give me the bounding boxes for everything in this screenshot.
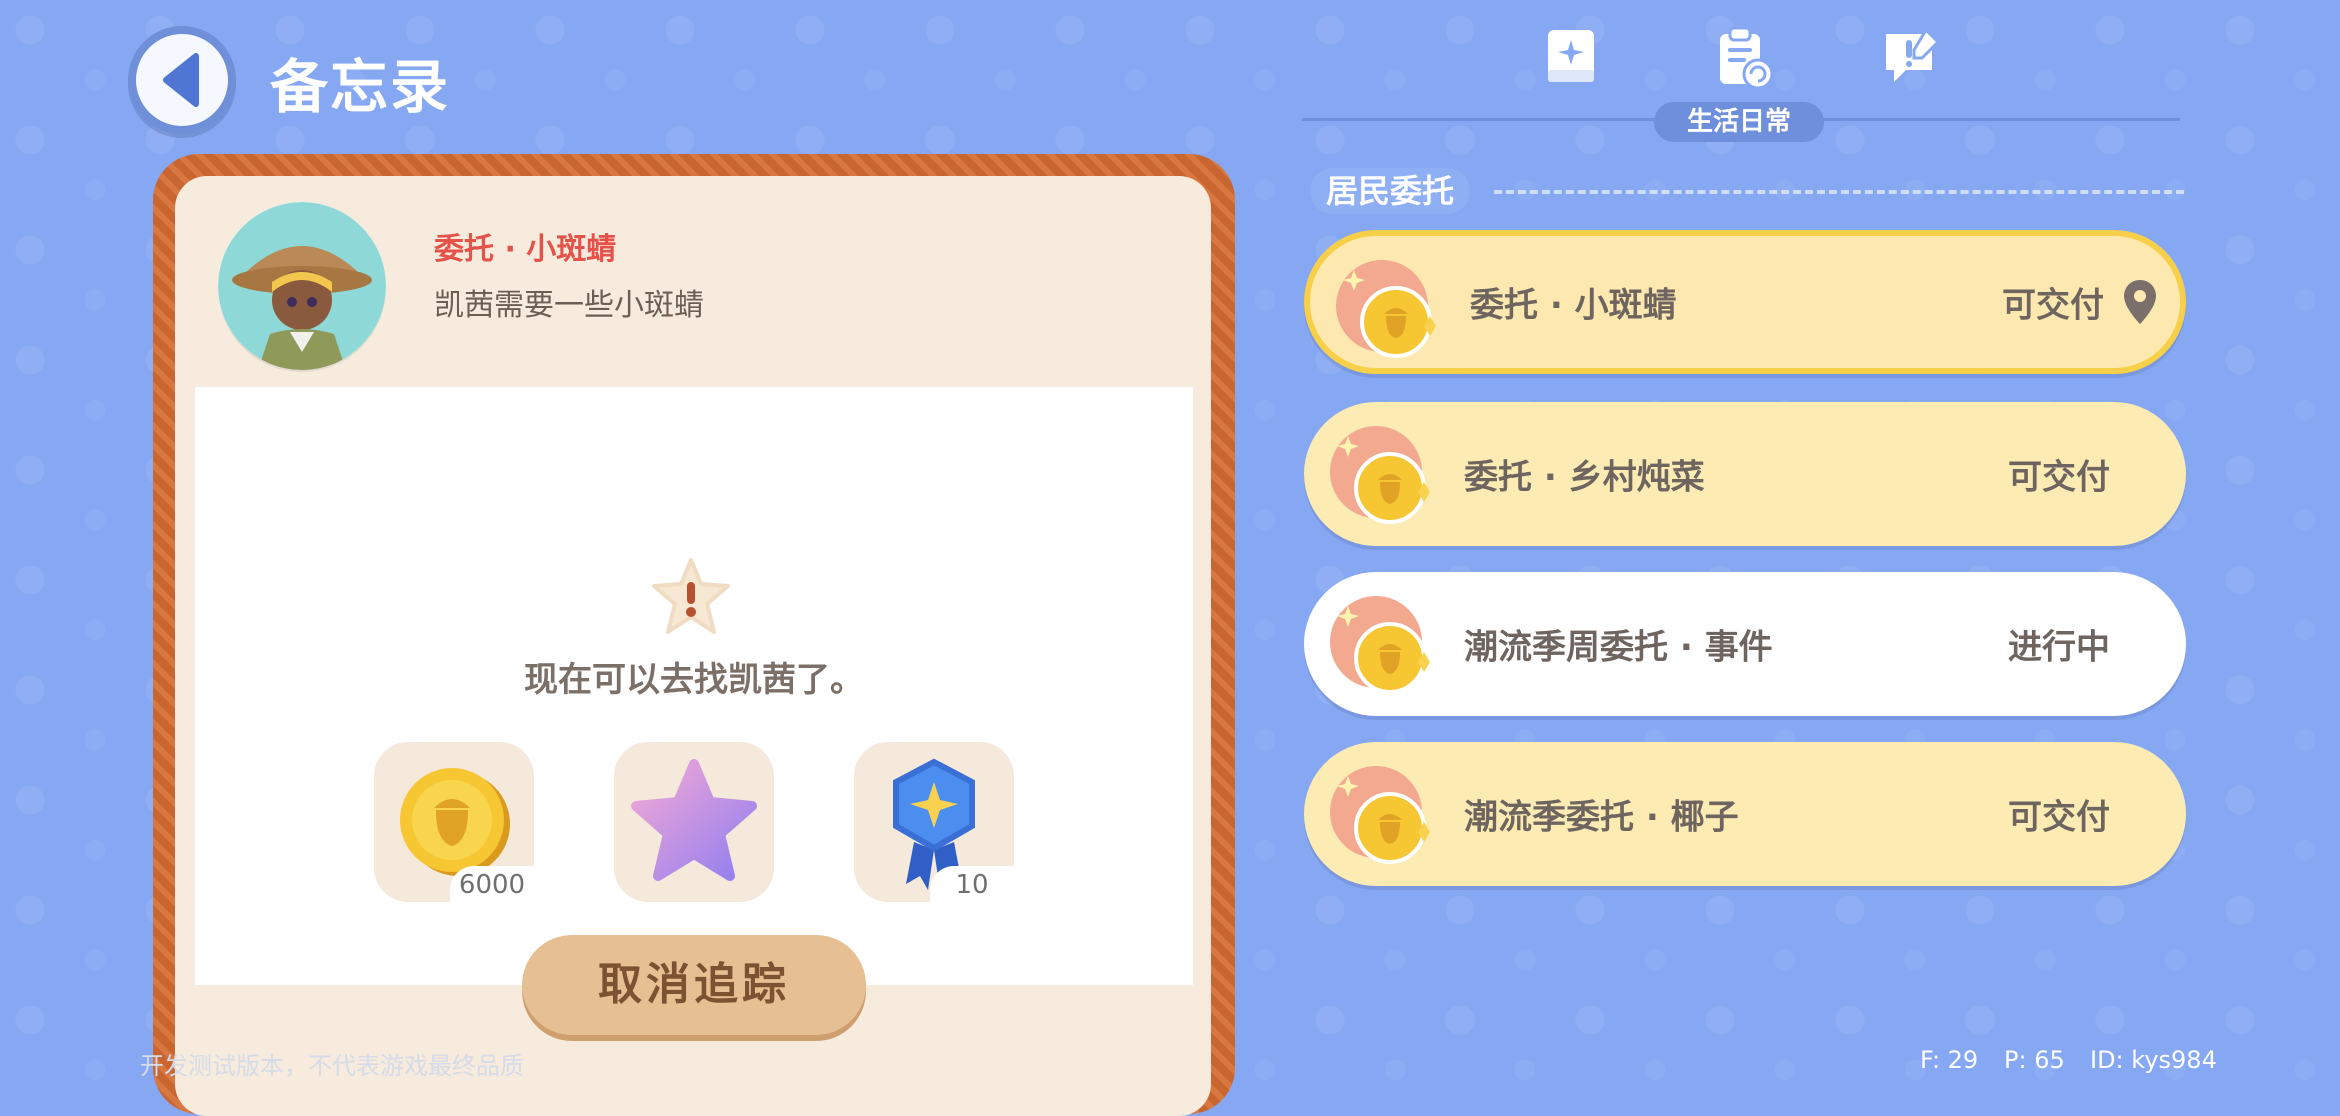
quest-title: 委托 · 小斑蜻: [434, 232, 617, 267]
task-item[interactable]: 潮流季委托 · 椰子 可交付: [1304, 742, 2186, 886]
tab-label-daily-life: 生活日常: [1654, 102, 1824, 142]
exclamation-star-icon: [652, 558, 730, 634]
purple-star-icon: [631, 759, 757, 881]
page-title: 备忘录: [270, 53, 451, 121]
chat-pen-icon[interactable]: [1876, 22, 1946, 92]
acorn-coin-icon: [1330, 426, 1430, 524]
task-status: 可交付: [2002, 285, 2104, 326]
reward-count: 6000: [450, 866, 534, 902]
location-pin-icon[interactable]: [2122, 278, 2158, 326]
acorn-coin-icon: [1330, 596, 1430, 694]
reward-item-badge[interactable]: 10: [854, 742, 1014, 902]
debug-p: P: 65: [2004, 1046, 2065, 1074]
build-disclaimer: 开发测试版本，不代表游戏最终品质: [140, 1052, 524, 1080]
task-status: 可交付: [2008, 797, 2110, 838]
task-name: 潮流季委托 · 椰子: [1464, 797, 1739, 838]
debug-f: F: 29: [1920, 1046, 1979, 1074]
reward-item-coins[interactable]: 6000: [374, 742, 534, 902]
book-star-icon[interactable]: [1536, 22, 1606, 92]
task-name: 委托 · 乡村炖菜: [1464, 457, 1705, 498]
task-name: 潮流季周委托 · 事件: [1464, 627, 1773, 668]
back-button[interactable]: [128, 26, 236, 134]
reward-item-star[interactable]: [614, 742, 774, 902]
back-arrow-icon: [163, 53, 199, 107]
acorn-coin-icon: [1330, 766, 1430, 864]
section-title: 居民委托: [1310, 168, 1471, 214]
task-status: 可交付: [2008, 457, 2110, 498]
npc-avatar: [218, 202, 386, 370]
section-divider: [1494, 190, 2184, 194]
task-status: 进行中: [2008, 627, 2110, 668]
acorn-coin-icon: [1336, 260, 1436, 358]
cancel-tracking-button[interactable]: 取消追踪: [522, 935, 866, 1035]
quest-notice: 现在可以去找凯茜了。: [524, 660, 864, 700]
task-item[interactable]: 潮流季周委托 · 事件 进行中: [1304, 572, 2186, 716]
task-name: 委托 · 小斑蜻: [1470, 285, 1677, 326]
task-item[interactable]: 委托 · 乡村炖菜 可交付: [1304, 402, 2186, 546]
debug-id: ID: kys984: [2090, 1046, 2217, 1074]
clipboard-refresh-icon[interactable]: [1708, 22, 1778, 92]
quest-description: 凯茜需要一些小斑蜻: [434, 288, 704, 323]
task-item[interactable]: 委托 · 小斑蜻 可交付: [1304, 230, 2186, 374]
